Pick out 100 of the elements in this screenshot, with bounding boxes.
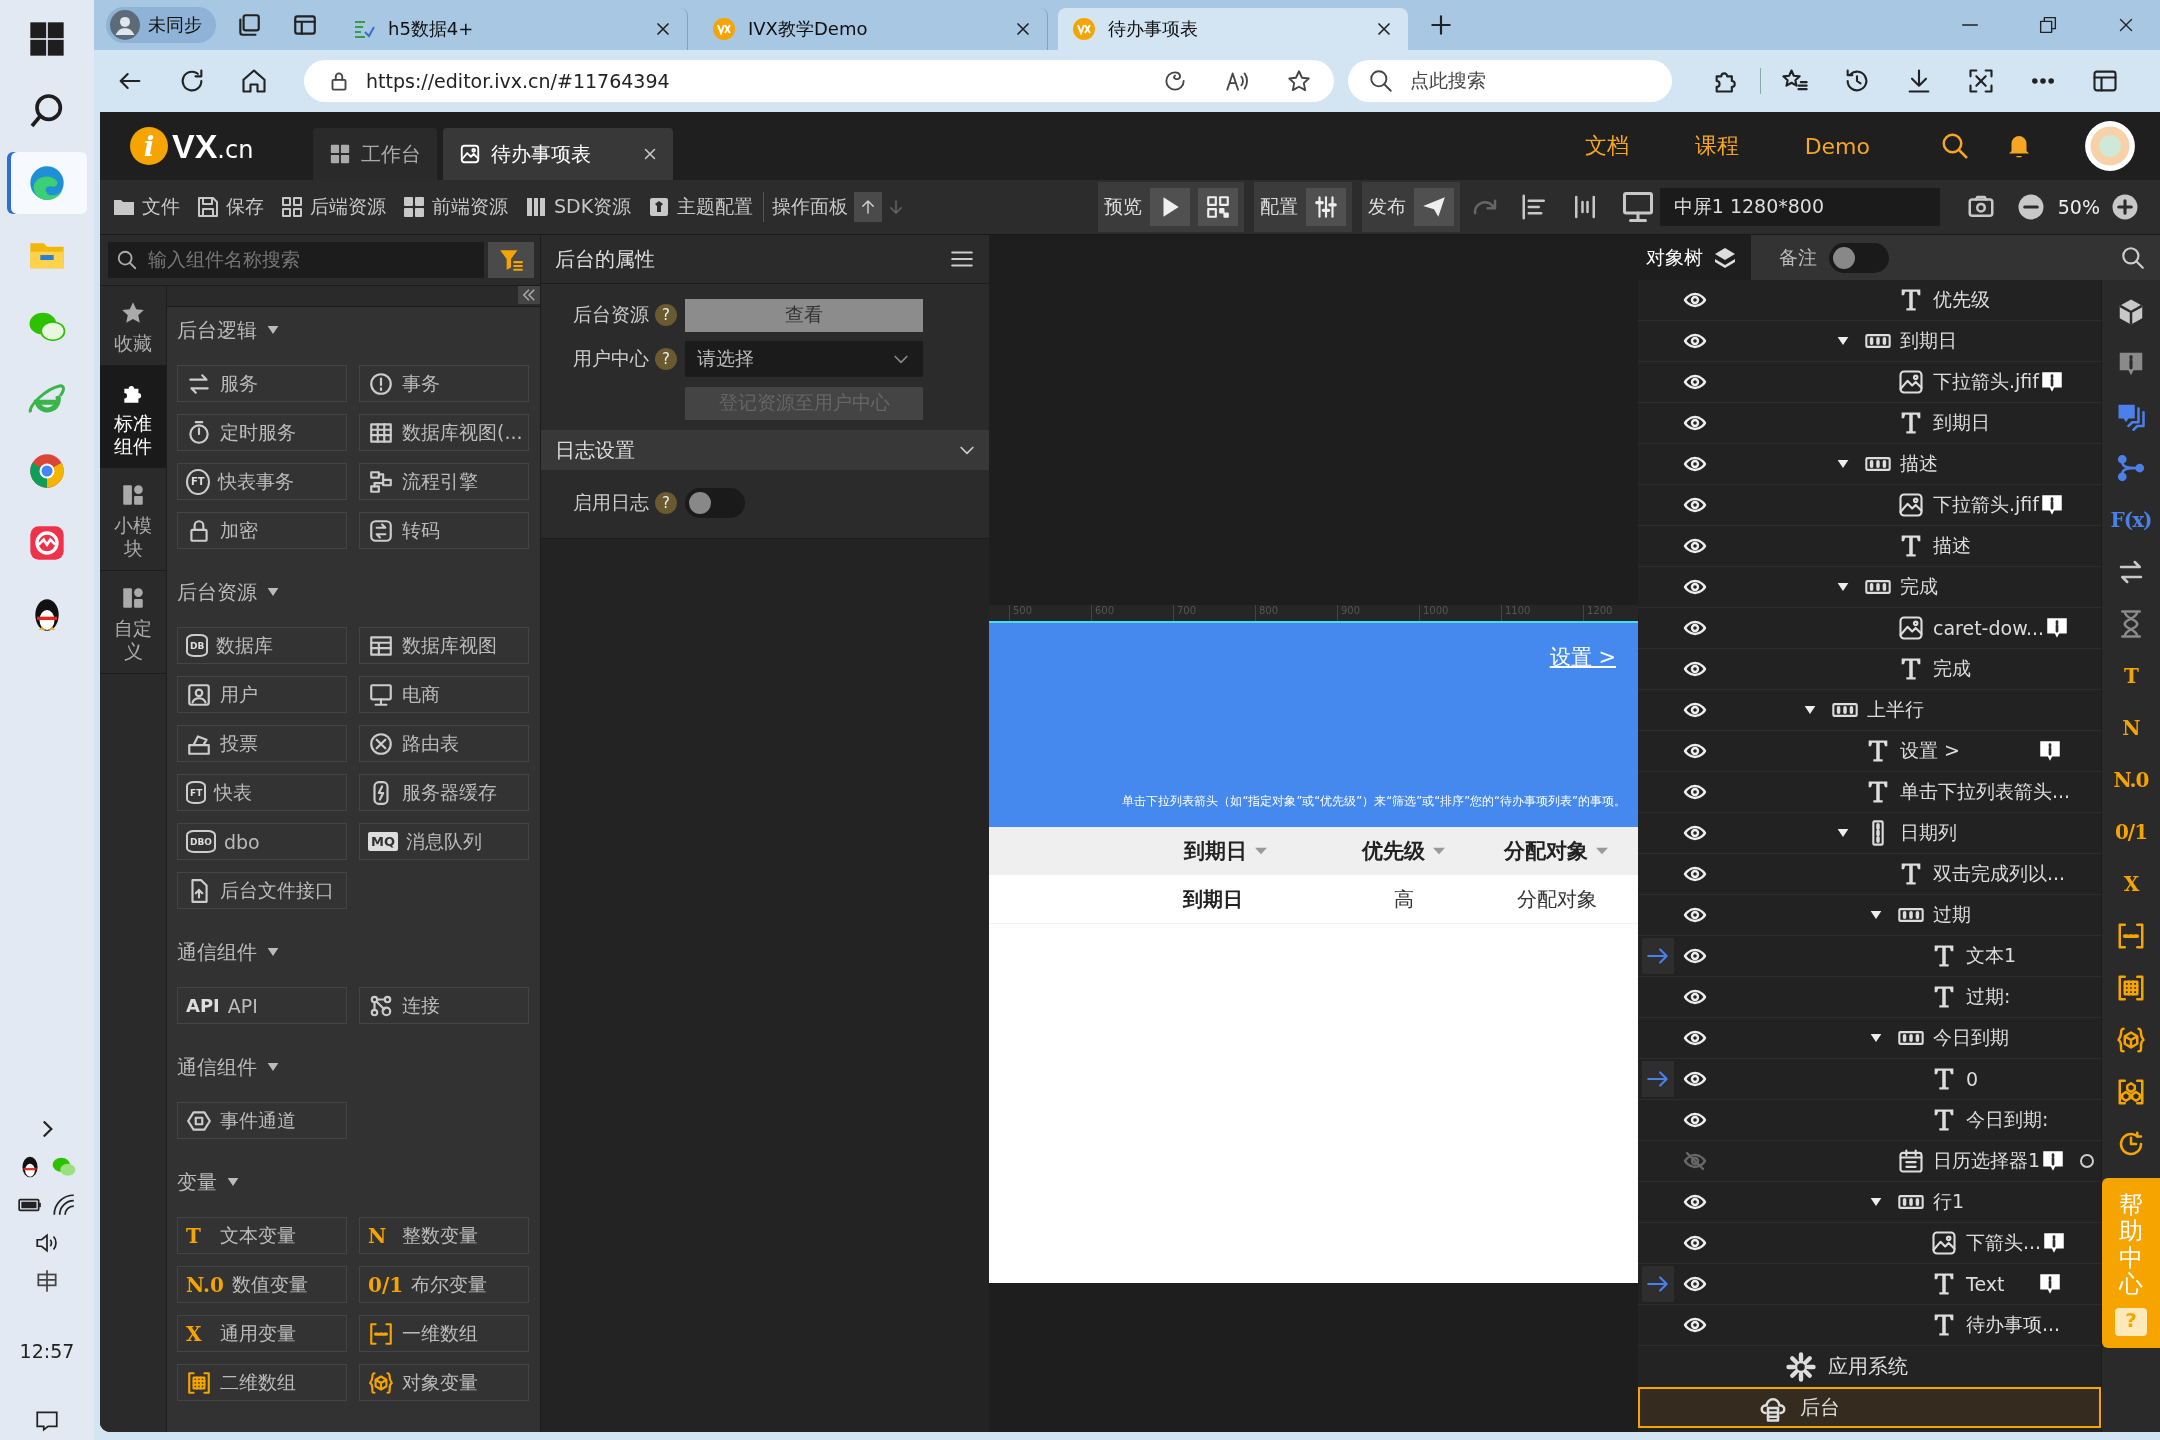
- tree-node-label[interactable]: 描述: [1933, 533, 2101, 559]
- tree-node-label[interactable]: 上半行: [1867, 697, 2101, 723]
- component-item[interactable]: 转码: [359, 512, 529, 549]
- toolbar-button[interactable]: 主题配置: [647, 194, 754, 220]
- sliders-button[interactable]: [1305, 188, 1346, 226]
- component-item[interactable]: 事务: [359, 365, 529, 402]
- tree-node-label[interactable]: 完成: [1933, 656, 2101, 682]
- toolbar-button[interactable]: 前端资源: [402, 194, 508, 220]
- tree-root-item[interactable]: 后台: [1638, 1387, 2101, 1428]
- column-header[interactable]: 到期日: [1184, 837, 1247, 865]
- cube-braces-icon[interactable]: [2116, 1025, 2146, 1055]
- browser-tab[interactable]: IVX教学Demo: [698, 8, 1048, 50]
- section-title[interactable]: 后台逻辑: [177, 316, 257, 344]
- toggle-switch[interactable]: [685, 488, 745, 518]
- wifi-icon[interactable]: [51, 1192, 77, 1218]
- component-item[interactable]: N.0 数值变量: [177, 1266, 347, 1303]
- home-icon[interactable]: [240, 67, 268, 95]
- component-item[interactable]: FT 快表: [177, 774, 347, 811]
- section-title[interactable]: 变量: [177, 1168, 217, 1196]
- section-title[interactable]: 通信组件: [177, 1053, 257, 1081]
- component-item[interactable]: 数据库视图(...: [359, 414, 529, 451]
- component-item[interactable]: 对象变量: [359, 1364, 529, 1401]
- component-item[interactable]: 一维数组: [359, 1315, 529, 1352]
- tree-node-label[interactable]: 下拉箭头.jfif: [1933, 492, 2039, 518]
- component-item[interactable]: 后台文件接口: [177, 872, 347, 909]
- logo[interactable]: i VX.cn: [130, 112, 254, 180]
- component-item[interactable]: 定时服务: [177, 414, 347, 451]
- tree-node-label[interactable]: 下箭头...: [1966, 1230, 2042, 1256]
- search-icon[interactable]: [2120, 244, 2146, 271]
- section-header[interactable]: 日志设置: [541, 430, 989, 470]
- tree-tab[interactable]: 对象树: [1638, 235, 1751, 280]
- editor-tab[interactable]: 待办事项表: [443, 128, 674, 180]
- component-item[interactable]: 流程引擎: [359, 463, 529, 500]
- tree-node-label[interactable]: 今日到期:: [1966, 1107, 2101, 1133]
- star-outline-icon[interactable]: [1286, 68, 1312, 94]
- tree-node-label[interactable]: 日期列: [1900, 820, 2101, 846]
- component-item[interactable]: 服务: [177, 365, 347, 402]
- component-item[interactable]: T 文本变量: [177, 1217, 347, 1254]
- screen-size-field[interactable]: 中屏1 1280*800: [1659, 188, 1940, 226]
- action-button[interactable]: 查看: [685, 298, 923, 332]
- component-item[interactable]: 路由表: [359, 725, 529, 762]
- tree-node-label[interactable]: 今日到期: [1933, 1025, 2101, 1051]
- toolbar-button[interactable]: 操作面板: [772, 194, 849, 220]
- tree-node-label[interactable]: 过期: [1933, 902, 2101, 928]
- component-item[interactable]: 加密: [177, 512, 347, 549]
- branch-icon[interactable]: [2116, 453, 2146, 483]
- component-item[interactable]: MQ 消息队列: [359, 823, 529, 860]
- search-field[interactable]: 点此搜索: [1348, 60, 1672, 102]
- tree-node-label[interactable]: 双击完成列以...: [1933, 861, 2101, 887]
- tree-node-label[interactable]: 描述: [1900, 451, 2101, 477]
- letter-icon[interactable]: X: [2123, 874, 2139, 894]
- letter-icon[interactable]: N: [2122, 718, 2140, 738]
- section-title[interactable]: 后台资源: [177, 578, 257, 606]
- browser-tab[interactable]: h5数据4+: [338, 8, 688, 50]
- collapse-icon[interactable]: [518, 286, 540, 304]
- tree-node-label[interactable]: 优先级: [1933, 287, 2101, 313]
- zoom-in-icon[interactable]: [2110, 192, 2140, 222]
- help-icon[interactable]: ?: [655, 492, 677, 514]
- letter-icon[interactable]: F(x): [2110, 510, 2152, 530]
- toolbar-button[interactable]: 文件: [112, 194, 180, 220]
- browser-tab[interactable]: 待办事项表: [1058, 8, 1408, 50]
- restore-icon[interactable]: [2037, 14, 2059, 36]
- tree-node-label[interactable]: 日历选择器1: [1933, 1148, 2041, 1174]
- tree-node-label[interactable]: 文本1: [1966, 943, 2101, 969]
- publish-button[interactable]: [1413, 188, 1454, 226]
- select-field[interactable]: 请选择: [685, 341, 923, 377]
- profile-button[interactable]: 未同步: [106, 7, 216, 43]
- tree-node-label[interactable]: 行1: [1933, 1189, 2101, 1215]
- clock-time[interactable]: 12:57: [19, 1340, 75, 1362]
- letter-icon[interactable]: 0/1: [2114, 822, 2148, 842]
- avatar-icon[interactable]: [2084, 120, 2136, 172]
- column-header[interactable]: 分配对象: [1504, 837, 1588, 865]
- toolbar-button[interactable]: SDK资源: [524, 194, 632, 220]
- help-icon[interactable]: ?: [655, 304, 677, 326]
- component-item[interactable]: 电商: [359, 676, 529, 713]
- component-item[interactable]: 二维数组: [177, 1364, 347, 1401]
- component-item[interactable]: X 通用变量: [177, 1315, 347, 1352]
- tabs-icon[interactable]: [236, 12, 262, 38]
- component-item[interactable]: 投票: [177, 725, 347, 762]
- component-item[interactable]: 0/1 布尔变量: [359, 1266, 529, 1303]
- tree-node-label[interactable]: 设置 >: [1900, 738, 2037, 764]
- eye-slash-icon[interactable]: [1683, 1149, 1707, 1173]
- component-item[interactable]: 服务器缓存: [359, 774, 529, 811]
- plus-icon[interactable]: [1428, 12, 1454, 38]
- section-title[interactable]: 通信组件: [177, 938, 257, 966]
- search-field[interactable]: 输入组件名称搜索: [108, 242, 484, 278]
- column-header[interactable]: 优先级: [1361, 837, 1425, 865]
- component-item[interactable]: FT 快表事务: [177, 463, 347, 500]
- play-button[interactable]: [1149, 188, 1190, 226]
- component-item[interactable]: 事件通道: [177, 1102, 347, 1139]
- tree-node-label[interactable]: 到期日: [1933, 410, 2101, 436]
- header-link[interactable]: 课程: [1694, 131, 1739, 161]
- help-icon[interactable]: ?: [655, 348, 677, 370]
- toolbar-button[interactable]: 后端资源: [280, 194, 386, 220]
- component-item[interactable]: 用户: [177, 676, 347, 713]
- component-item[interactable]: DBO dbo: [177, 823, 347, 860]
- bracket-grid-icon[interactable]: [2116, 973, 2146, 1003]
- category-tab[interactable]: 标准组件: [100, 365, 166, 469]
- tree-node-label[interactable]: 单击下拉列表箭头...: [1900, 779, 2101, 805]
- header-link[interactable]: 文档: [1584, 131, 1629, 161]
